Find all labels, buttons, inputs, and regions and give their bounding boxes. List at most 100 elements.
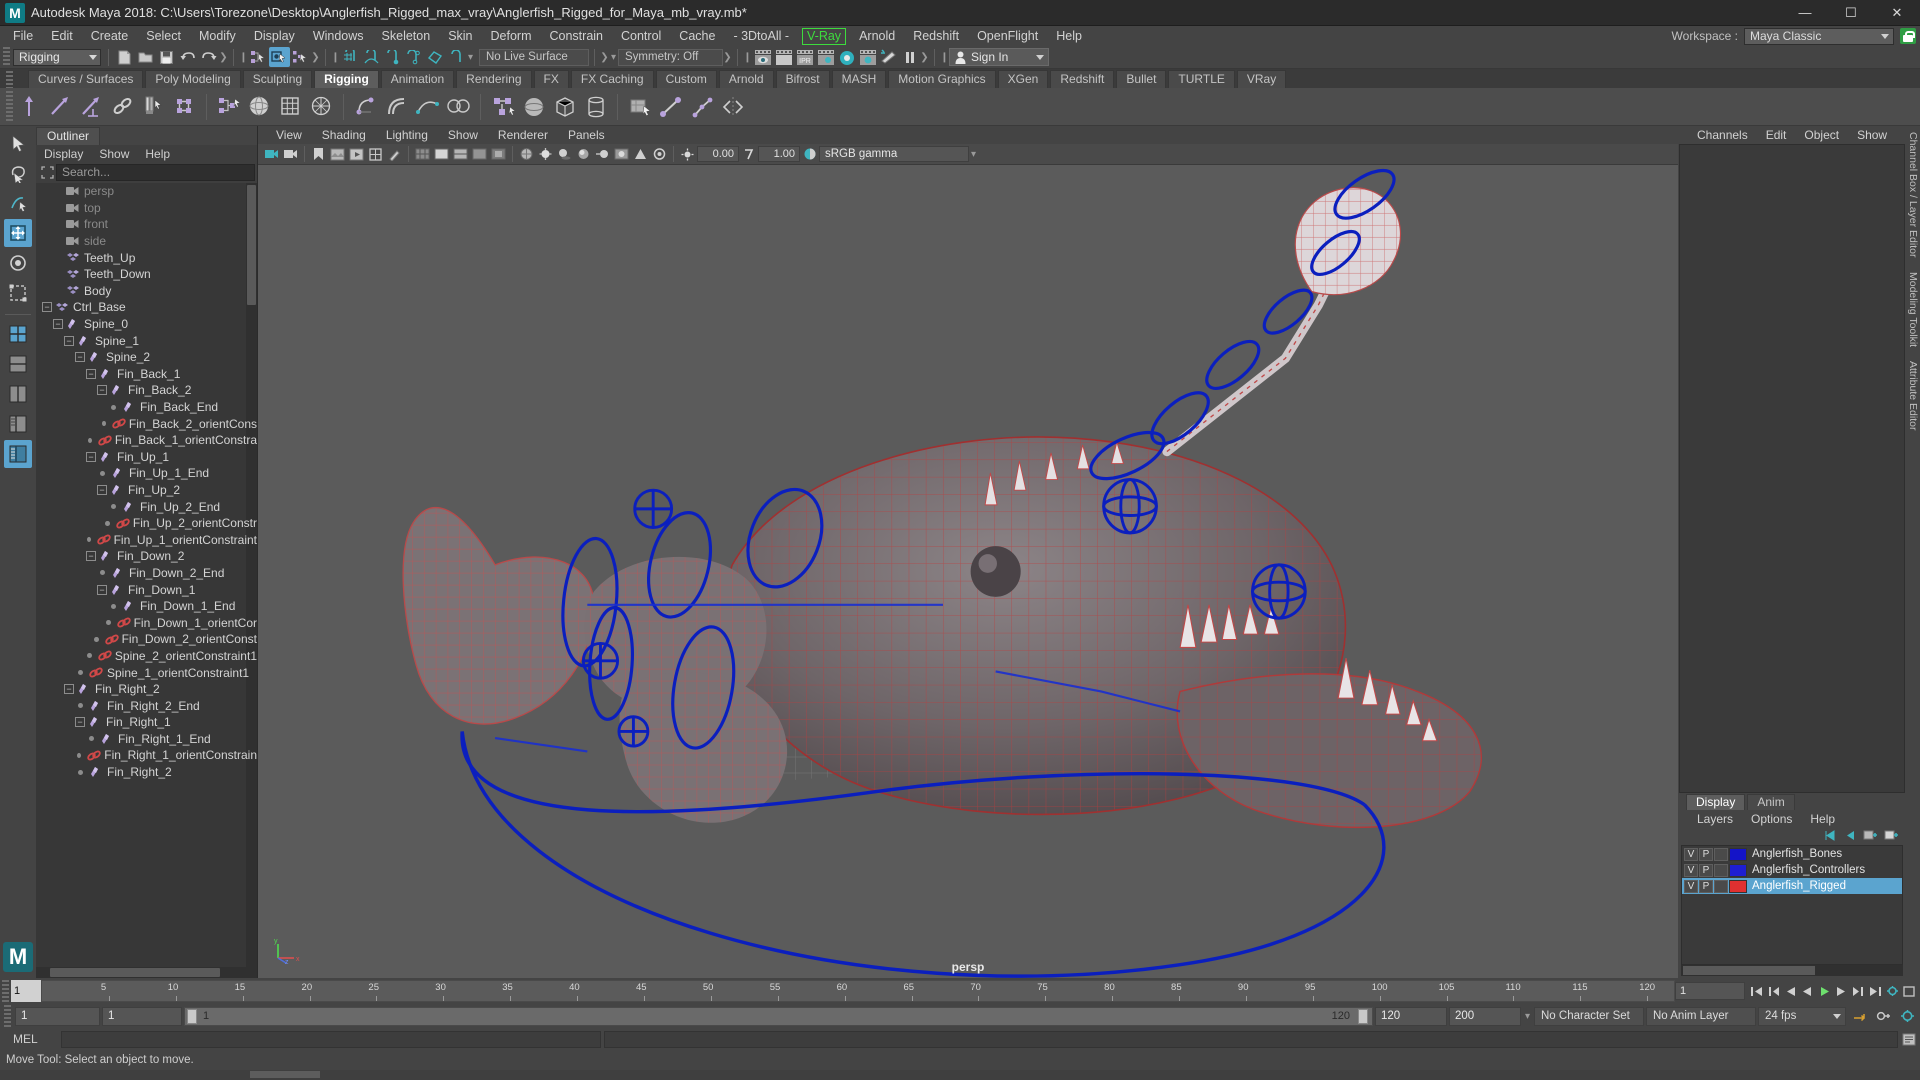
outliner-row[interactable]: Spine_1_orientConstraint1 <box>36 664 257 681</box>
shelf-tab-bifrost[interactable]: Bifrost <box>775 70 830 88</box>
layer-prev-icon[interactable] <box>1823 829 1836 844</box>
playback-end-button[interactable] <box>1901 982 1917 1000</box>
viewport-menu-show[interactable]: Show <box>438 128 488 142</box>
image-plane-icon[interactable] <box>328 145 347 163</box>
render-settings-button[interactable] <box>815 47 836 67</box>
layers-menu[interactable]: Layers <box>1688 812 1742 826</box>
layer-color-swatch[interactable] <box>1729 863 1747 877</box>
display-layer-row[interactable]: V P Anglerfish_Bones <box>1682 846 1902 862</box>
toolbar-grip[interactable] <box>3 47 10 67</box>
viewport-menu-renderer[interactable]: Renderer <box>488 128 558 142</box>
outliner-row[interactable]: − Fin_Right_1 <box>36 714 257 731</box>
bone-connect-icon[interactable] <box>655 91 686 123</box>
menu-vray[interactable]: V-Ray <box>802 27 847 45</box>
menuset-dropdown[interactable]: Rigging <box>13 48 101 66</box>
outliner-row[interactable]: − Spine_2 <box>36 349 257 366</box>
layer-playback-toggle[interactable]: P <box>1699 863 1713 877</box>
step-forward-frame-button[interactable] <box>1833 982 1849 1000</box>
outliner-menu-show[interactable]: Show <box>91 147 137 161</box>
chevron-down-icon[interactable]: ▾ <box>609 52 618 63</box>
time-slider-track[interactable]: 5 10 15 20 25 30 35 40 45 50 55 60 65 70 75 80 85 90 95 100… <box>41 980 1675 1002</box>
channels-menu[interactable]: Channels <box>1688 128 1757 142</box>
outliner-row[interactable]: Fin_Down_2_End <box>36 565 257 582</box>
anti-alias-icon[interactable] <box>631 145 650 163</box>
time-slider-end-field[interactable]: 1 <box>1675 982 1745 1000</box>
ipr-render-button[interactable]: IPR <box>794 47 815 67</box>
menu-edit[interactable]: Edit <box>42 26 82 46</box>
shelf-tab-bullet[interactable]: Bullet <box>1116 70 1167 88</box>
menu-cache[interactable]: Cache <box>670 26 724 46</box>
viewport-menu-shading[interactable]: Shading <box>312 128 376 142</box>
anim-end-field[interactable]: 120 <box>1375 1006 1447 1026</box>
constraint-icon[interactable] <box>107 91 138 123</box>
pause-button[interactable] <box>899 47 920 67</box>
layer-back-icon[interactable] <box>1843 829 1856 844</box>
lattice-icon[interactable] <box>275 91 306 123</box>
render-view-button[interactable] <box>857 47 878 67</box>
vertical-tab-modeling-toolkit[interactable]: Modeling Toolkit <box>1907 272 1919 347</box>
redo-button[interactable] <box>198 47 219 67</box>
current-frame-indicator[interactable]: 1 <box>11 980 41 1002</box>
play-backwards-button[interactable] <box>1799 982 1815 1000</box>
two-pane-layout-button[interactable] <box>4 380 32 408</box>
cluster-icon[interactable] <box>350 91 381 123</box>
snap-to-curve-button[interactable] <box>361 47 382 67</box>
snap-to-point-button[interactable] <box>382 47 403 67</box>
chevron-down-icon[interactable]: ▾ <box>1523 1011 1532 1022</box>
persp-viewport[interactable]: y x z persp <box>258 165 1678 978</box>
outliner-row[interactable]: − Fin_Right_2 <box>36 681 257 698</box>
outliner-row[interactable]: side <box>36 233 257 250</box>
tab-anim[interactable]: Anim <box>1747 794 1795 810</box>
outliner-persp-layout-button[interactable] <box>4 410 32 438</box>
layer-playback-toggle[interactable]: P <box>1699 879 1713 893</box>
layer-type-toggle[interactable] <box>1714 879 1728 893</box>
display-layer-list[interactable]: V P Anglerfish_Bones V P Anglerfish_Controlle… <box>1681 845 1903 965</box>
shelf-tab-vray[interactable]: VRay <box>1236 70 1287 88</box>
expand-toggle-icon[interactable]: − <box>42 302 52 313</box>
range-bar[interactable]: 1 120 <box>184 1006 1373 1026</box>
outliner-row[interactable]: Fin_Back_1_orientConstra <box>36 432 257 449</box>
shelf-tab-turtle[interactable]: TURTLE <box>1168 70 1235 88</box>
outliner-row[interactable]: persp <box>36 183 257 200</box>
ik-handle-tool-icon[interactable] <box>45 91 76 123</box>
object-menu[interactable]: Object <box>1795 128 1848 142</box>
outliner-row[interactable]: − Fin_Up_1 <box>36 449 257 466</box>
new-layer-from-selected-icon[interactable] <box>1884 829 1898 844</box>
undo-button[interactable] <box>177 47 198 67</box>
edit-menu[interactable]: Edit <box>1757 128 1796 142</box>
menu-constrain[interactable]: Constrain <box>541 26 613 46</box>
move-tool-button[interactable] <box>4 219 32 247</box>
hypergraph-layout-button[interactable] <box>4 440 32 468</box>
menu-3dtoall[interactable]: - 3DtoAll - <box>724 26 798 46</box>
vertical-tab-attribute-editor[interactable]: Attribute Editor <box>1907 361 1919 430</box>
nonlinear-bend-icon[interactable] <box>381 91 412 123</box>
bookmark-icon[interactable] <box>309 145 328 163</box>
anim-layer-dropdown[interactable]: No Anim Layer <box>1646 1006 1756 1026</box>
cube-wire-icon[interactable] <box>549 91 580 123</box>
layer-list-horizontal-scrollbar[interactable] <box>1681 965 1903 976</box>
camera-attributes-icon[interactable] <box>281 145 300 163</box>
outliner-row[interactable]: Fin_Down_2_orientConst <box>36 631 257 648</box>
outliner-row[interactable]: − Fin_Down_1 <box>36 581 257 598</box>
texture-display-icon[interactable] <box>517 145 536 163</box>
bind-skin-icon[interactable] <box>169 91 200 123</box>
selection-mode-icon[interactable] <box>38 164 56 180</box>
command-output[interactable] <box>604 1030 1898 1048</box>
vertical-tab-channel-box[interactable]: Channel Box / Layer Editor <box>1907 132 1919 258</box>
shelf-tab-redshift[interactable]: Redshift <box>1050 70 1115 88</box>
lock-icon[interactable] <box>1900 28 1916 44</box>
ambient-occlusion-icon[interactable] <box>574 145 593 163</box>
color-management-dropdown[interactable]: sRGB gamma <box>819 146 969 162</box>
scrollbar-thumb[interactable] <box>1683 966 1815 975</box>
outliner-row[interactable]: Fin_Up_2_orientConstr <box>36 515 257 532</box>
four-view-layout-button[interactable] <box>4 350 32 378</box>
exposure-icon[interactable] <box>678 145 697 163</box>
select-component-button[interactable] <box>290 47 311 67</box>
outliner-tree[interactable]: persp top front side Teeth_Up Teeth_Down Body −… <box>36 183 257 967</box>
menu-openflight[interactable]: OpenFlight <box>968 26 1047 46</box>
toolbar-more-icon[interactable]: ❯ <box>600 52 609 63</box>
viewport-menu-view[interactable]: View <box>266 128 312 142</box>
create-joint-icon[interactable] <box>14 91 45 123</box>
outliner-row[interactable]: − Fin_Down_2 <box>36 548 257 565</box>
channel-box[interactable] <box>1679 144 1905 793</box>
